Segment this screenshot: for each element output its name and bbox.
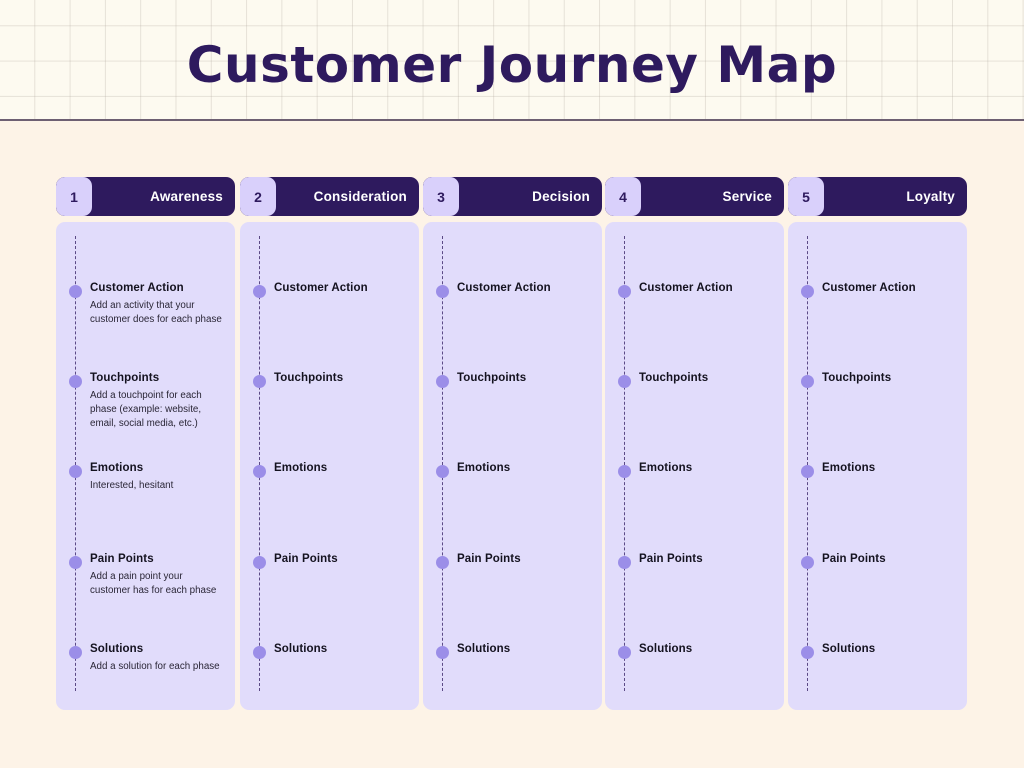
row-body-text[interactable]: Add a pain point your customer has for e… [90,570,222,598]
row-heading: Solutions [639,643,693,655]
column-card: Customer Action Touchpoints Emotions Pain P… [605,222,784,710]
row-heading: Solutions [457,643,511,655]
timeline-bullet-icon [801,375,814,388]
row-body-text[interactable]: Add a touchpoint for each phase (example… [90,389,222,431]
title-divider [0,119,1024,121]
timeline-bullet-icon [69,375,82,388]
row-body-text[interactable]: Interested, hesitant [90,479,222,493]
timeline-bullet-icon [618,465,631,478]
timeline-bullet-icon [801,646,814,659]
timeline-dotted-line [624,236,625,691]
row-heading: Customer Action [90,282,184,294]
timeline-dotted-line [259,236,260,691]
timeline-bullet-icon [436,465,449,478]
row-heading: Solutions [274,643,328,655]
row-heading: Customer Action [639,282,733,294]
timeline-bullet-icon [801,465,814,478]
timeline-bullet-icon [618,375,631,388]
journey-column-loyalty: 5 Loyalty Customer Action Touchpoints Emotio… [788,177,967,710]
timeline-bullet-icon [253,646,266,659]
column-header-service[interactable]: 4 Service [605,177,784,216]
row-heading: Emotions [274,462,328,474]
row-heading: Emotions [822,462,876,474]
journey-column-decision: 3 Decision Customer Action Touchpoints Emoti… [423,177,602,710]
timeline-bullet-icon [801,556,814,569]
timeline-bullet-icon [253,375,266,388]
row-heading: Pain Points [639,553,703,565]
row-heading: Touchpoints [457,372,527,384]
row-body-text[interactable]: Add a solution for each phase [90,660,222,674]
timeline-bullet-icon [69,465,82,478]
column-header-awareness[interactable]: 1 Awareness [56,177,235,216]
column-number-badge: 4 [605,177,641,216]
column-header-loyalty[interactable]: 5 Loyalty [788,177,967,216]
timeline-bullet-icon [69,556,82,569]
timeline-dotted-line [442,236,443,691]
page-title: Customer Journey Map [186,36,838,94]
timeline-bullet-icon [69,646,82,659]
row-heading: Customer Action [274,282,368,294]
timeline-bullet-icon [618,646,631,659]
row-heading: Customer Action [457,282,551,294]
timeline-dotted-line [75,236,76,691]
column-title: Loyalty [906,189,955,204]
column-title: Service [722,189,772,204]
row-heading: Touchpoints [822,372,892,384]
row-heading: Solutions [822,643,876,655]
row-heading: Pain Points [90,553,154,565]
column-card: Customer Action Add an activity that your… [56,222,235,710]
timeline-bullet-icon [253,285,266,298]
timeline-bullet-icon [436,556,449,569]
timeline-bullet-icon [253,556,266,569]
row-heading: Touchpoints [274,372,344,384]
column-card: Customer Action Touchpoints Emotions Pain P… [423,222,602,710]
column-card: Customer Action Touchpoints Emotions Pain P… [240,222,419,710]
column-title: Awareness [150,189,223,204]
journey-column-consideration: 2 Consideration Customer Action Touchpoints… [240,177,419,710]
column-number-badge: 3 [423,177,459,216]
timeline-bullet-icon [436,646,449,659]
timeline-bullet-icon [436,285,449,298]
row-heading: Touchpoints [90,372,160,384]
row-heading: Pain Points [274,553,338,565]
timeline-bullet-icon [69,285,82,298]
column-header-consideration[interactable]: 2 Consideration [240,177,419,216]
row-heading: Pain Points [457,553,521,565]
column-number-badge: 2 [240,177,276,216]
row-heading: Pain Points [822,553,886,565]
timeline-bullet-icon [618,556,631,569]
journey-column-awareness: 1 Awareness Customer Action Add an activity… [56,177,235,710]
timeline-bullet-icon [253,465,266,478]
column-card: Customer Action Touchpoints Emotions Pain P… [788,222,967,710]
timeline-bullet-icon [801,285,814,298]
row-heading: Emotions [457,462,511,474]
column-title: Decision [532,189,590,204]
row-heading: Touchpoints [639,372,709,384]
row-heading: Customer Action [822,282,916,294]
column-number-badge: 5 [788,177,824,216]
column-number-badge: 1 [56,177,92,216]
timeline-bullet-icon [436,375,449,388]
row-heading: Solutions [90,643,144,655]
column-title: Consideration [313,189,407,204]
timeline-dotted-line [807,236,808,691]
journey-column-service: 4 Service Customer Action Touchpoints Emotio… [605,177,784,710]
row-heading: Emotions [639,462,693,474]
column-header-decision[interactable]: 3 Decision [423,177,602,216]
row-heading: Emotions [90,462,144,474]
timeline-bullet-icon [618,285,631,298]
row-body-text[interactable]: Add an activity that your customer does … [90,299,222,327]
